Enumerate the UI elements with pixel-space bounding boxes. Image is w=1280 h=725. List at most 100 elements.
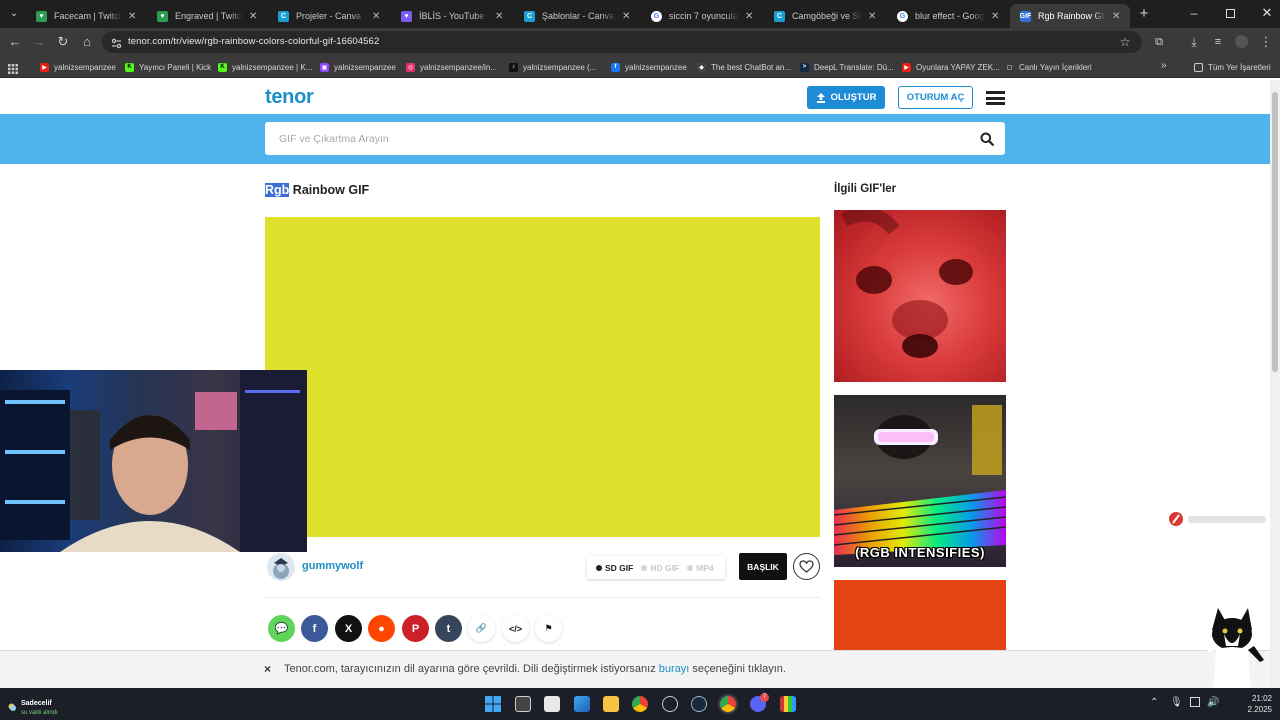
- tab-close-icon[interactable]: ✕: [495, 11, 505, 22]
- pinterest-share-button[interactable]: P: [402, 615, 429, 642]
- browser-tab[interactable]: Gsiccin 7 oyuncuları - Google ✕: [641, 4, 763, 28]
- gif-player[interactable]: [265, 217, 820, 537]
- weather-widget-title[interactable]: Sadecelif: [21, 699, 52, 708]
- browser-tab[interactable]: C Camgöbeği ve Siyah ✕: [764, 4, 886, 28]
- tumblr-share-button[interactable]: t: [435, 615, 462, 642]
- change-language-link[interactable]: burayı: [659, 663, 690, 675]
- bookmark-item[interactable]: K Yayıncı Paneli | Kick: [125, 61, 211, 73]
- uploader-username[interactable]: gummywolf: [302, 560, 363, 572]
- x-share-button[interactable]: X: [335, 615, 362, 642]
- tenor-logo[interactable]: tenor: [265, 86, 314, 109]
- apps-grid-icon[interactable]: [8, 61, 18, 74]
- forward-icon[interactable]: →: [31, 34, 47, 50]
- bookmark-item[interactable]: ▶ yalnizsempanzee: [40, 61, 116, 73]
- tab-close-icon[interactable]: ✕: [868, 11, 878, 22]
- browser-tab[interactable]: C Projeler - Canva ✕: [268, 4, 390, 28]
- hamburger-menu-icon[interactable]: [986, 91, 1005, 105]
- tab-favicon-icon: G: [651, 10, 662, 22]
- bookmark-item[interactable]: ▶ Oyunlara YAPAY ZEK...: [902, 61, 1000, 73]
- task-view-icon[interactable]: [515, 696, 531, 712]
- reddit-share-button[interactable]: ●: [368, 615, 395, 642]
- steam-taskbar-icon[interactable]: [691, 696, 707, 712]
- bookmark-item[interactable]: ▣ yalnizsempanzee: [320, 61, 396, 73]
- search-input[interactable]: [265, 122, 955, 155]
- browser-tab[interactable]: GIF Rgb Rainbow GIF - Rgb ✕: [1010, 4, 1130, 28]
- bookmark-item[interactable]: > DeepL Translate: Dü...: [800, 61, 894, 73]
- bookmark-star-icon[interactable]: ☆: [1117, 34, 1133, 50]
- bookmark-item[interactable]: ♪ yalnizsempanzee (...: [509, 61, 596, 73]
- close-notice-button[interactable]: ×: [264, 662, 271, 676]
- bookmark-item[interactable]: f yalnizsempanzee: [611, 61, 687, 73]
- maximize-button[interactable]: [1226, 9, 1235, 18]
- tray-overflow-icon[interactable]: ⌃: [1150, 697, 1158, 708]
- create-button[interactable]: OLUŞTUR: [807, 86, 885, 109]
- tab-title: Facecam | Twitch and Kick: [54, 11, 122, 21]
- uploader-avatar[interactable]: [267, 553, 295, 581]
- tab-search-icon[interactable]: ⌄: [6, 6, 22, 22]
- tab-close-icon[interactable]: ✕: [991, 11, 1001, 22]
- tab-close-icon[interactable]: ✕: [745, 11, 755, 22]
- facebook-share-button[interactable]: f: [301, 615, 328, 642]
- weather-widget-icon[interactable]: [6, 699, 17, 711]
- format-mp4[interactable]: MP4: [687, 563, 714, 573]
- tab-close-icon[interactable]: ✕: [622, 11, 632, 22]
- file-explorer-icon[interactable]: [603, 696, 619, 712]
- format-sd-gif[interactable]: SD GIF: [596, 563, 633, 573]
- home-icon[interactable]: ⌂: [79, 34, 95, 50]
- reading-list-icon[interactable]: ≡: [1210, 34, 1226, 50]
- browser-tab[interactable]: ♥ Facecam | Twitch and Kick ✕: [26, 4, 146, 28]
- extensions-icon[interactable]: ⧉: [1151, 34, 1167, 50]
- all-bookmarks-folder[interactable]: Tüm Yer İşaretleri: [1194, 61, 1271, 73]
- reload-icon[interactable]: ↻: [55, 34, 71, 50]
- tab-close-icon[interactable]: ✕: [249, 11, 259, 22]
- profile-avatar[interactable]: [1235, 35, 1248, 48]
- upload-icon: [816, 92, 825, 103]
- obs-taskbar-icon[interactable]: [662, 696, 678, 712]
- login-button[interactable]: OTURUM AÇ: [898, 86, 973, 109]
- link-share-button[interactable]: 🔗: [468, 615, 495, 642]
- downloads-icon[interactable]: ⤓: [1186, 34, 1202, 50]
- embed-share-button[interactable]: </>: [502, 615, 529, 642]
- tumblr-share-icon: t: [446, 622, 451, 635]
- bookmark-item[interactable]: ▢ Canlı Yayın İçerikleri: [1005, 61, 1092, 73]
- minimize-button[interactable]: –: [1186, 6, 1202, 22]
- photos-app-icon[interactable]: [574, 696, 590, 712]
- volume-icon[interactable]: 🔊: [1207, 697, 1219, 708]
- browser-tab[interactable]: Gblur effect - Google'da Ara ✕: [887, 4, 1009, 28]
- bookmarks-overflow-button[interactable]: »: [1161, 60, 1167, 71]
- related-gif-rgb-intensifies[interactable]: (RGB INTENSIFIES): [834, 395, 1006, 567]
- gif-title: Rgb Rainbow GIF: [265, 183, 369, 197]
- chrome-active-taskbar-icon[interactable]: [720, 696, 736, 712]
- imessage-share-button[interactable]: 💬: [268, 615, 295, 642]
- back-icon[interactable]: ←: [7, 34, 23, 50]
- tab-close-icon[interactable]: ✕: [372, 11, 382, 22]
- scrollbar-thumb[interactable]: [1272, 92, 1278, 372]
- browser-tab[interactable]: C Şablonlar - Canva ✕: [514, 4, 640, 28]
- caption-button[interactable]: BAŞLIK: [739, 553, 787, 580]
- tab-close-icon[interactable]: ✕: [128, 11, 138, 22]
- related-gif-cat[interactable]: [834, 210, 1006, 382]
- notepad-icon[interactable]: [544, 696, 560, 712]
- bookmark-item[interactable]: ◎ yalnizsempanzee/in...: [406, 61, 497, 73]
- new-tab-button[interactable]: +: [1136, 6, 1152, 22]
- format-hd-gif[interactable]: HD GIF: [641, 563, 679, 573]
- winrar-taskbar-icon[interactable]: [780, 696, 796, 712]
- menu-icon[interactable]: ⋮: [1258, 34, 1274, 50]
- close-window-button[interactable]: ✕: [1259, 5, 1275, 21]
- tab-close-icon[interactable]: ✕: [1112, 11, 1122, 22]
- windows-start-icon[interactable]: [485, 696, 501, 712]
- bookmark-item[interactable]: ◆ The best ChatBot an...: [697, 61, 791, 73]
- favorite-heart-icon[interactable]: [793, 553, 820, 580]
- bookmark-item[interactable]: Kyalnizsempanzee | K...: [218, 61, 312, 73]
- url-text[interactable]: tenor.com/tr/view/rgb-rainbow-colors-col…: [128, 36, 379, 47]
- browser-tab[interactable]: ♥ Engraved | Twitch and Kick ✕: [147, 4, 267, 28]
- taskbar-clock[interactable]: 21:02 2.2025: [1232, 693, 1272, 715]
- report-flag-button[interactable]: ⚑: [535, 615, 562, 642]
- browser-tab[interactable]: ♥ İBLİS - YouTube Küçük Resmi ✕: [391, 4, 513, 28]
- site-info-icon[interactable]: [111, 36, 122, 49]
- search-icon[interactable]: [980, 132, 994, 146]
- related-gif-orange[interactable]: [834, 580, 1006, 650]
- chrome-taskbar-icon[interactable]: [632, 696, 648, 712]
- microphone-icon[interactable]: 🎙: [1170, 697, 1183, 708]
- network-icon[interactable]: [1190, 697, 1200, 707]
